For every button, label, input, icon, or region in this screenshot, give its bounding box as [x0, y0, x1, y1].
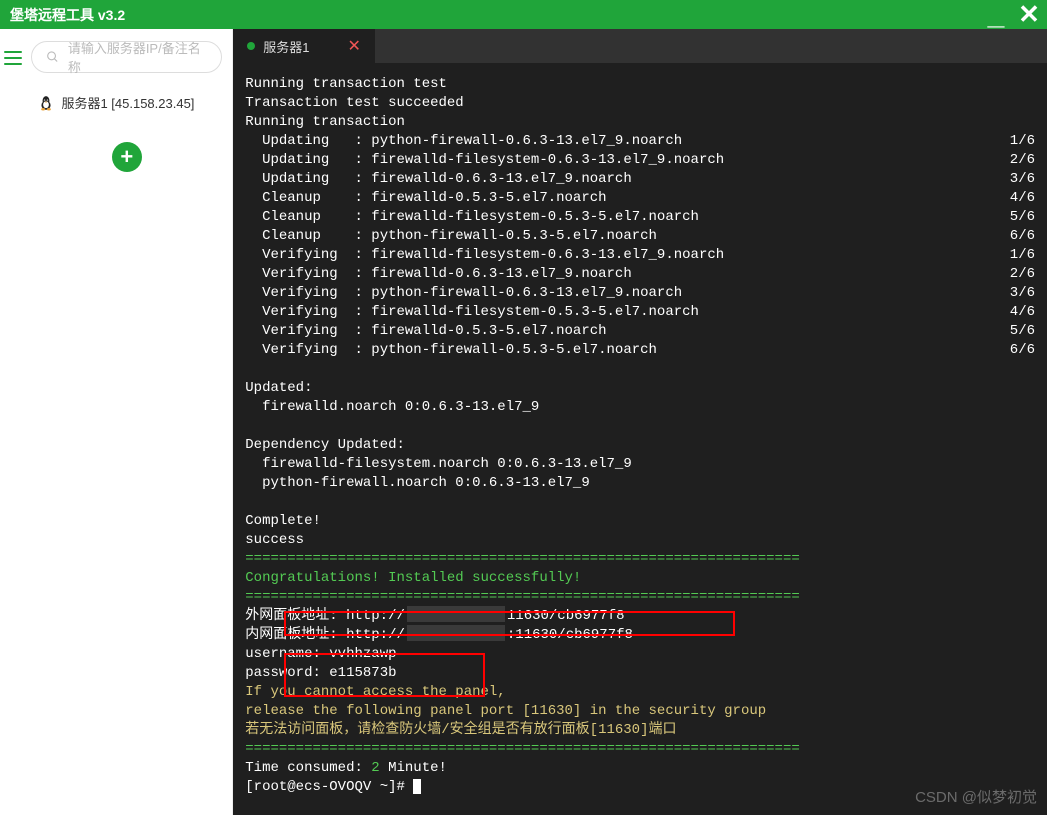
hamburger-icon[interactable] — [4, 51, 22, 65]
terminal-output[interactable]: Running transaction test Transaction tes… — [233, 63, 1047, 815]
search-icon — [46, 50, 59, 64]
server-list-item[interactable]: 服务器1 [45.158.23.45] — [31, 93, 222, 112]
linux-icon — [39, 95, 53, 111]
close-tab-icon[interactable]: ✕ — [348, 36, 361, 56]
add-server-button[interactable]: + — [112, 142, 142, 172]
tab-bar: 服务器1 ✕ — [233, 29, 1047, 63]
tab-label: 服务器1 — [263, 37, 309, 56]
minimize-button[interactable]: _ — [981, 0, 1011, 29]
sidebar: 请输入服务器IP/备注名称 服务器1 [45.158.23.45] + — [25, 29, 233, 815]
status-dot-icon — [247, 42, 255, 50]
left-rail — [0, 29, 25, 815]
terminal-area: 服务器1 ✕ Running transaction test Transact… — [233, 29, 1047, 815]
server-label: 服务器1 [45.158.23.45] — [61, 93, 194, 112]
app-title: 堡塔远程工具 v3.2 — [10, 5, 125, 25]
search-placeholder: 请输入服务器IP/备注名称 — [68, 38, 207, 76]
tab-server1[interactable]: 服务器1 ✕ — [233, 29, 375, 63]
title-bar: 堡塔远程工具 v3.2 _ ✕ — [0, 0, 1047, 29]
close-button[interactable]: ✕ — [1011, 0, 1047, 29]
search-input[interactable]: 请输入服务器IP/备注名称 — [31, 41, 222, 73]
